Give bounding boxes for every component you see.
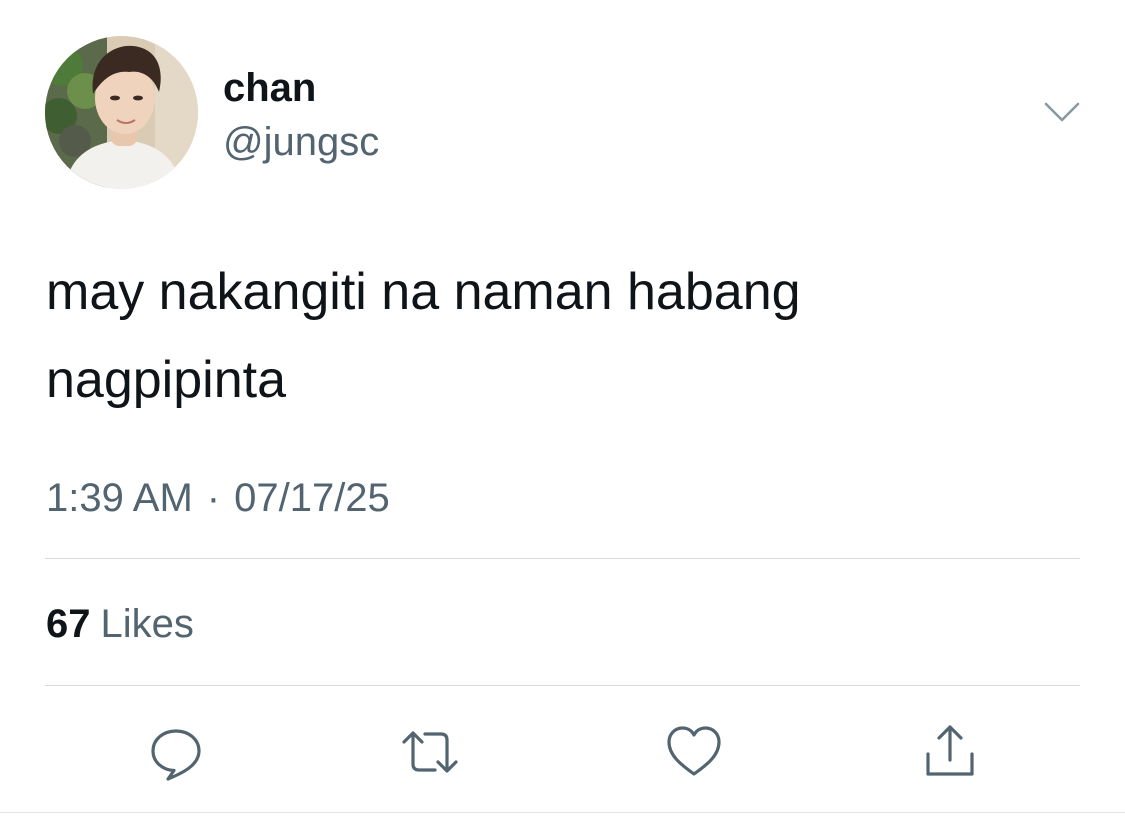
heart-icon: [667, 726, 721, 776]
user-handle[interactable]: @jungsc: [223, 118, 379, 166]
tweet-time: 1:39 AM: [46, 476, 193, 520]
divider: [45, 558, 1080, 559]
comment-icon: [151, 729, 201, 781]
divider: [45, 685, 1080, 686]
likes-count: 67: [46, 602, 91, 646]
tweet-text: may nakangiti na naman habang nagpipinta: [46, 263, 801, 409]
avatar[interactable]: [45, 36, 198, 189]
display-name[interactable]: chan: [223, 64, 316, 112]
retweet-button[interactable]: [400, 722, 460, 782]
reply-button[interactable]: [146, 722, 206, 782]
tweet-date: 07/17/25: [234, 476, 390, 520]
tweet-timestamp[interactable]: 1:39 AM · 07/17/25: [46, 474, 390, 522]
likes-label: Likes: [100, 602, 194, 646]
more-options-button[interactable]: [1040, 96, 1084, 128]
tweet-card: chan @jungsc may nakangiti na naman haba…: [0, 0, 1125, 817]
share-icon: [926, 725, 974, 776]
timestamp-separator: ·: [206, 476, 221, 520]
avatar-photo: [45, 36, 198, 189]
divider: [0, 812, 1125, 813]
like-button[interactable]: [664, 722, 724, 782]
retweet-icon: [402, 731, 458, 773]
share-button[interactable]: [920, 722, 980, 782]
likes-stat[interactable]: 67 Likes: [46, 600, 194, 648]
chevron-down-icon: [1044, 102, 1080, 122]
